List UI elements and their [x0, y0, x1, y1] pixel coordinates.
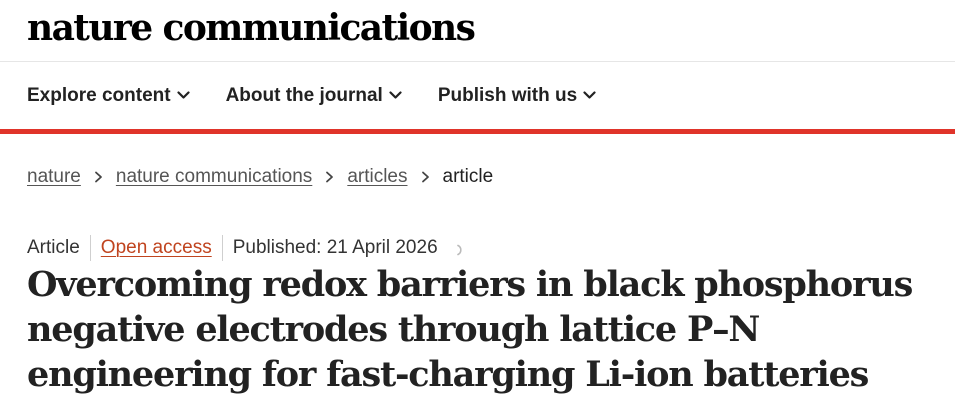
article-title: Overcoming redox barriers in black phosp… [27, 264, 913, 395]
page: nature communications Explore content Ab… [0, 0, 955, 411]
breadcrumb: nature nature communications articles ar… [27, 166, 493, 188]
nav-publish-with-us[interactable]: Publish with us [438, 85, 596, 107]
breadcrumb-articles[interactable]: articles [347, 166, 407, 188]
chevron-down-icon [176, 91, 190, 99]
breadcrumb-nature-communications[interactable]: nature communications [116, 166, 312, 188]
nav-item-label: About the journal [225, 84, 383, 106]
main-nav: Explore content About the journal Publis… [0, 62, 955, 134]
spinner-icon [456, 244, 462, 256]
nav-about-journal[interactable]: About the journal [226, 85, 402, 107]
chevron-right-icon [421, 171, 429, 183]
nav-item-label: Publish with us [437, 84, 578, 106]
nav-item-label: Explore content [27, 84, 171, 106]
chevron-down-icon [583, 91, 596, 99]
breadcrumb-nature[interactable]: nature [27, 166, 81, 188]
nav-explore-content[interactable]: Explore content [27, 85, 190, 107]
open-access-link[interactable]: Open access [101, 237, 212, 259]
breadcrumb-current: article [442, 166, 494, 187]
article-type: Article [27, 237, 80, 258]
site-header: nature communications [0, 0, 955, 62]
chevron-right-icon [94, 171, 102, 183]
meta-divider [89, 235, 91, 261]
journal-logo[interactable]: nature communications [27, 6, 476, 50]
chevron-right-icon [326, 171, 334, 183]
article-meta: Article Open access Published: 21 April … [27, 235, 466, 261]
published-date: Published: 21 April 2026 [232, 237, 438, 258]
chevron-down-icon [389, 91, 402, 99]
meta-divider [221, 235, 223, 261]
